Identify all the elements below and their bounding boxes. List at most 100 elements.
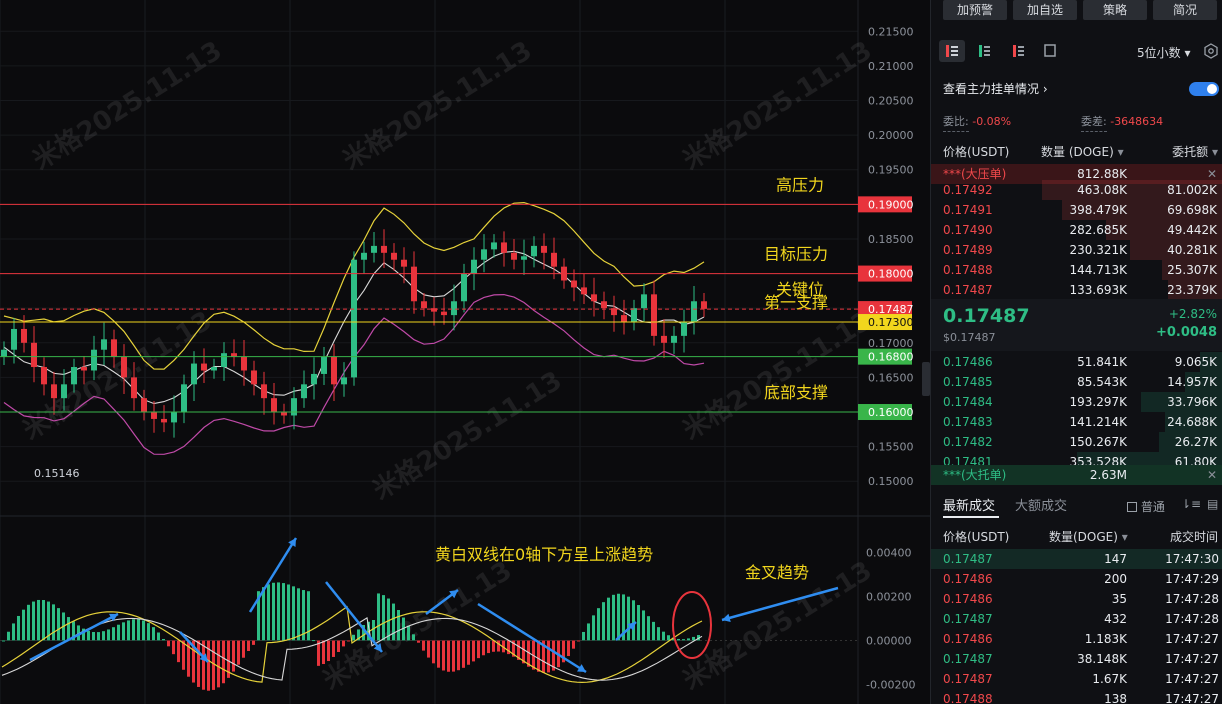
- checkbox-icon[interactable]: [1127, 502, 1137, 512]
- candle-body: [661, 335, 667, 343]
- big-bid-row[interactable]: ***(大托单) 2.63M ✕: [931, 465, 1222, 485]
- candle-body: [171, 412, 177, 423]
- trade-price: 0.17487: [943, 652, 993, 666]
- trade-row: 0.17488 138 17:47:27: [931, 689, 1222, 704]
- macd-histogram-bar: [572, 640, 575, 649]
- macd-histogram-bar: [42, 600, 45, 641]
- cell-price: 0.17488: [943, 263, 993, 277]
- trade-price: 0.17486: [943, 572, 993, 586]
- normal-filter[interactable]: 普通: [1127, 498, 1165, 515]
- filter-icon[interactable]: ⇂≡: [1181, 497, 1201, 511]
- main-orders-toggle[interactable]: [1189, 82, 1219, 96]
- col-amount-header[interactable]: 委托额 ▾: [1172, 143, 1218, 160]
- macd-histogram-bar: [32, 601, 35, 641]
- tab-latest-trades[interactable]: 最新成交: [943, 495, 995, 514]
- macd-histogram-bar: [337, 640, 340, 653]
- candle-body: [201, 363, 207, 371]
- strategy-button[interactable]: 策略: [1083, 0, 1147, 20]
- candle-body: [221, 353, 227, 368]
- cell-price: 0.17490: [943, 223, 993, 237]
- ask-row[interactable]: 0.17491 398.479K 69.698K: [931, 200, 1222, 220]
- trade-qty: 147: [1104, 552, 1127, 566]
- cell-qty: 85.543K: [1077, 375, 1127, 389]
- macd-histogram-bar: [407, 625, 410, 641]
- ask-row[interactable]: 0.17490 282.685K 49.442K: [931, 220, 1222, 240]
- overview-button[interactable]: 简况: [1153, 0, 1217, 20]
- macd-histogram-bar: [17, 615, 20, 641]
- trade-qty: 35: [1111, 592, 1127, 606]
- trade-time: 17:47:28: [1165, 592, 1219, 606]
- trade-price: 0.17488: [943, 692, 993, 704]
- macd-histogram-bar: [452, 640, 455, 672]
- macd-histogram-bar: [97, 632, 100, 641]
- bid-row[interactable]: 0.17486 51.841K 9.065K: [931, 352, 1222, 372]
- trade-row: 0.17487 147 17:47:30: [931, 549, 1222, 569]
- trade-row: 0.17487 38.148K 17:47:27: [931, 649, 1222, 669]
- macd-histogram-bar: [162, 638, 165, 641]
- candle-body: [271, 398, 277, 413]
- candle-body: [21, 328, 27, 343]
- depth-view-icon[interactable]: [1039, 40, 1061, 62]
- candle-body: [391, 252, 397, 260]
- settings-icon[interactable]: [1203, 43, 1219, 59]
- candle-body: [161, 418, 167, 423]
- price-tick-label: 0.21500: [868, 25, 914, 38]
- macd-histogram-bar: [677, 638, 680, 641]
- chart-panel[interactable]: 米格2025.11.13 米格2025.11.13 米格2025.11.13 米格20…: [0, 0, 930, 704]
- macd-histogram-bar: [122, 622, 125, 641]
- macd-histogram-bar: [577, 640, 580, 642]
- bid-row[interactable]: 0.17484 193.297K 33.796K: [931, 392, 1222, 412]
- macd-histogram-bar: [197, 640, 200, 687]
- macd-histogram-bar: [202, 640, 205, 690]
- ask-row[interactable]: 0.17489 230.321K 40.281K: [931, 240, 1222, 260]
- candle-body: [571, 280, 577, 288]
- macd-histogram-bar: [152, 627, 155, 641]
- ask-row[interactable]: 0.17487 133.693K 23.379K: [931, 280, 1222, 300]
- candle-body: [481, 249, 487, 260]
- candle-body: [351, 259, 357, 378]
- macd-tick-label: 0.00200: [866, 590, 912, 603]
- bid-row[interactable]: 0.17482 150.267K 26.27K: [931, 432, 1222, 452]
- candlestick-chart[interactable]: 米格2025.11.13 米格2025.11.13 米格2025.11.13 米格20…: [0, 0, 930, 704]
- candle-body: [341, 377, 347, 385]
- low-price-label: 0.15146: [34, 467, 80, 480]
- ask-row[interactable]: 0.17488 144.713K 25.307K: [931, 260, 1222, 280]
- macd-histogram-bar: [462, 640, 465, 668]
- main-orders-link[interactable]: 查看主力挂单情况 ›: [943, 80, 1048, 97]
- list-icon[interactable]: ▤: [1207, 497, 1218, 511]
- trade-col-qty[interactable]: 数量(DOGE) ▾: [1049, 528, 1128, 545]
- macd-histogram-bar: [592, 615, 595, 641]
- trade-price: 0.17487: [943, 612, 993, 626]
- close-icon[interactable]: ✕: [1207, 465, 1217, 485]
- bid-row[interactable]: 0.17483 141.214K 24.688K: [931, 412, 1222, 432]
- view-both-icon[interactable]: [939, 40, 965, 62]
- macd-histogram-bar: [692, 636, 695, 641]
- candle-body: [51, 384, 57, 399]
- candle-body: [181, 384, 187, 413]
- col-qty-header[interactable]: 数量 (DOGE) ▾: [1041, 143, 1124, 160]
- macd-histogram-bar: [292, 586, 295, 641]
- candle-body: [41, 367, 47, 385]
- bid-row[interactable]: 0.17485 85.543K 14.957K: [931, 372, 1222, 392]
- macd-histogram-bar: [377, 593, 380, 641]
- macd-histogram-bar: [612, 594, 615, 641]
- trade-col-price: 价格(USDT): [943, 530, 1010, 544]
- add-alert-button[interactable]: 加预警: [943, 0, 1007, 20]
- candle-body: [401, 259, 407, 267]
- ask-row[interactable]: 0.17492 463.08K 81.002K: [931, 180, 1222, 200]
- candle-body: [111, 339, 117, 357]
- macd-histogram-bar: [582, 631, 585, 641]
- macd-histogram-bar: [117, 624, 120, 641]
- macd-histogram-bar: [617, 593, 620, 641]
- macd-histogram-bar: [242, 640, 245, 658]
- macd-histogram-bar: [87, 630, 90, 641]
- macd-histogram-bar: [642, 610, 645, 641]
- macd-histogram-bar: [217, 640, 220, 688]
- tab-large-trades[interactable]: 大额成交: [1015, 495, 1067, 514]
- candle-body: [591, 294, 597, 302]
- view-asks-icon[interactable]: [1007, 40, 1029, 62]
- add-watchlist-button[interactable]: 加自选: [1013, 0, 1077, 20]
- cell-amount: 25.307K: [1167, 263, 1217, 277]
- decimals-select[interactable]: 5位小数 ▾: [1137, 44, 1191, 61]
- view-bids-icon[interactable]: [973, 40, 995, 62]
